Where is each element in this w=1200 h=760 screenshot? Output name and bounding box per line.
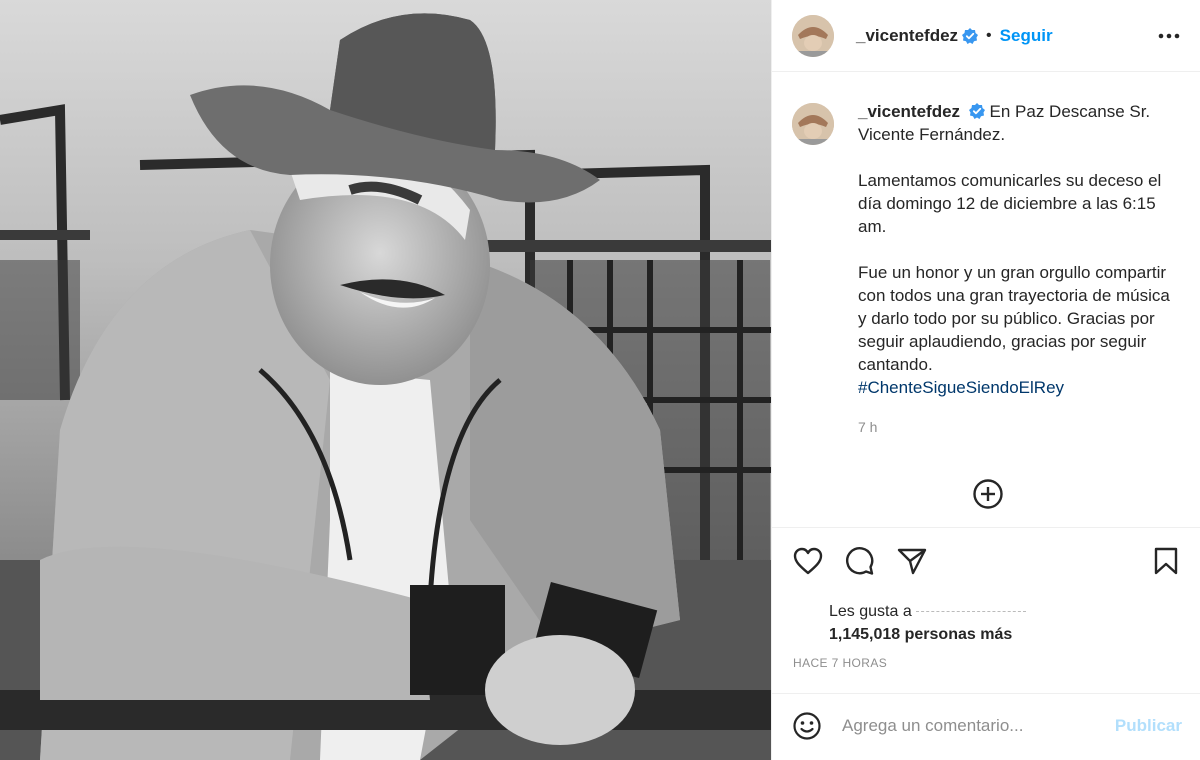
author-avatar[interactable] — [792, 14, 834, 57]
publish-button[interactable]: Publicar — [1115, 716, 1182, 736]
likes-summary: Les gusta a 1,145,018 personas más — [829, 600, 1026, 646]
comment-button[interactable] — [844, 545, 876, 577]
caption-username[interactable]: _vicentefdez — [858, 102, 960, 121]
redacted-name — [915, 611, 1026, 613]
verified-badge-icon — [968, 103, 985, 119]
caption-section: _vicentefdez En Paz Descanse Sr. Vicente… — [792, 100, 1182, 435]
like-button[interactable] — [792, 545, 824, 577]
caption-text: _vicentefdez En Paz Descanse Sr. Vicente… — [858, 100, 1182, 399]
load-more-comments-button[interactable] — [972, 478, 1004, 510]
paper-plane-icon — [897, 548, 927, 575]
post-photo-image — [0, 0, 771, 760]
follow-button[interactable]: Seguir — [1000, 26, 1053, 46]
hashtag-link[interactable]: #ChenteSigueSiendoElRey — [858, 378, 1064, 397]
comment-bubble-icon — [846, 547, 874, 575]
more-options-button[interactable] — [1156, 23, 1182, 49]
comment-bar: Publicar — [772, 693, 1200, 757]
separator-dot: • — [986, 26, 992, 44]
caption-author-avatar[interactable] — [792, 103, 834, 145]
caption-relative-time[interactable]: 7 h — [858, 419, 1182, 435]
caption-paragraph-3: Fue un honor y un gran orgullo compartir… — [858, 263, 1170, 374]
bookmark-icon — [1154, 547, 1178, 575]
share-button[interactable] — [896, 545, 928, 577]
caption-row: _vicentefdez En Paz Descanse Sr. Vicente… — [792, 100, 1182, 399]
post-photo[interactable] — [0, 0, 771, 760]
plus-circle-icon — [973, 479, 1003, 509]
likes-count[interactable]: 1,145,018 personas más — [829, 626, 1012, 643]
more-options-icon — [1158, 33, 1180, 38]
heart-icon — [793, 547, 823, 575]
verified-badge-icon — [962, 27, 979, 44]
author-username[interactable]: _vicentefdez — [856, 26, 958, 46]
smiley-icon[interactable] — [792, 711, 822, 741]
post-side-panel: _vicentefdez • Seguir _vicentefdez En Pa… — [771, 0, 1200, 760]
action-icons-row — [792, 546, 1182, 576]
post-timestamp[interactable]: HACE 7 HORAS — [793, 656, 887, 670]
save-button[interactable] — [1150, 545, 1182, 577]
likes-prefix: Les gusta a — [829, 603, 912, 620]
comment-input[interactable] — [842, 715, 1115, 736]
post-header: _vicentefdez • Seguir — [772, 0, 1200, 72]
post-actions-section: Les gusta a 1,145,018 personas más HACE … — [772, 527, 1200, 757]
caption-paragraph-2: Lamentamos comunicarles su deceso el día… — [858, 171, 1162, 236]
